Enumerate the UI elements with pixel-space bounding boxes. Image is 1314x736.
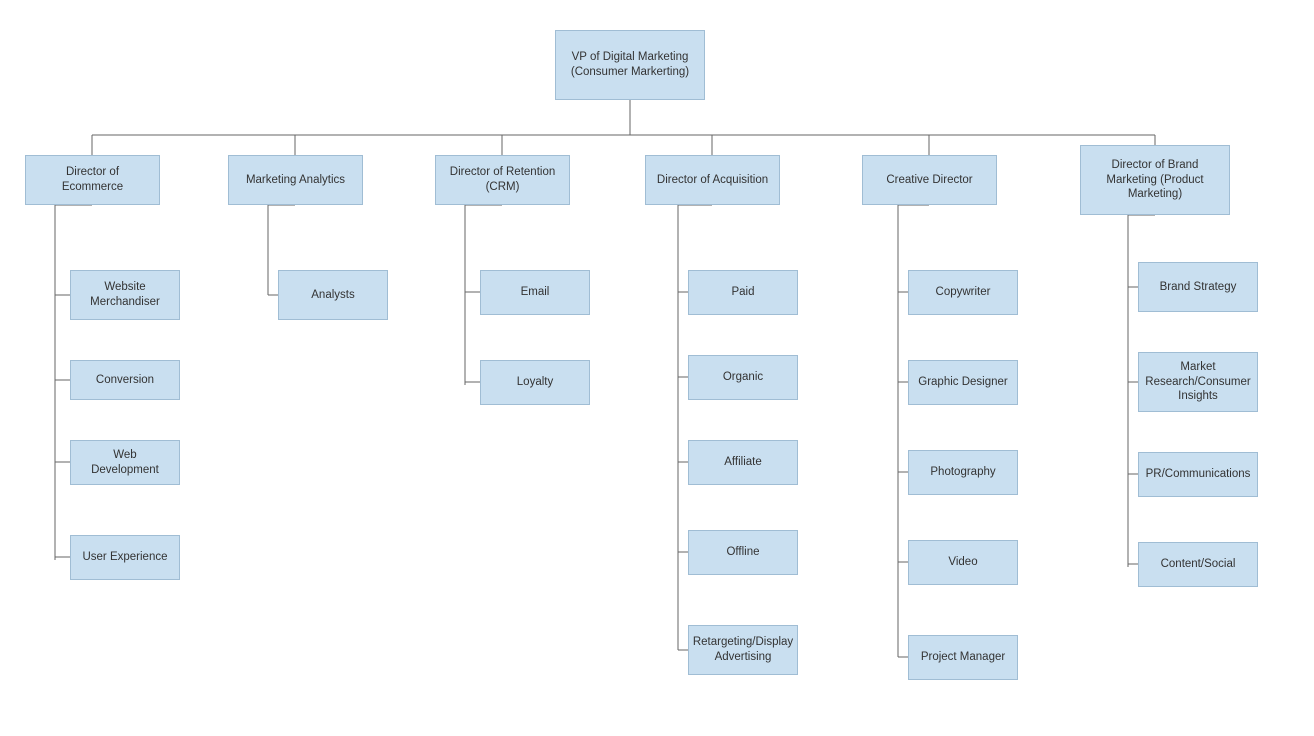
node-offline: Offline <box>688 530 798 575</box>
node-dir-brand: Director of Brand Marketing (Product Mar… <box>1080 145 1230 215</box>
node-marketing-analytics: Marketing Analytics <box>228 155 363 205</box>
node-content-social: Content/Social <box>1138 542 1258 587</box>
node-retargeting: Retargeting/Display Advertising <box>688 625 798 675</box>
node-affiliate: Affiliate <box>688 440 798 485</box>
node-brand-strategy: Brand Strategy <box>1138 262 1258 312</box>
node-organic: Organic <box>688 355 798 400</box>
node-paid: Paid <box>688 270 798 315</box>
node-pr-comms: PR/Communications <box>1138 452 1258 497</box>
node-dir-retention: Director of Retention (CRM) <box>435 155 570 205</box>
node-conversion: Conversion <box>70 360 180 400</box>
node-user-exp: User Experience <box>70 535 180 580</box>
node-web-dev: Web Development <box>70 440 180 485</box>
node-root: VP of Digital Marketing (Consumer Marker… <box>555 30 705 100</box>
node-market-research: Market Research/Consumer Insights <box>1138 352 1258 412</box>
node-dir-ecommerce: Director of Ecommerce <box>25 155 160 205</box>
node-dir-acquisition: Director of Acquisition <box>645 155 780 205</box>
node-analysts: Analysts <box>278 270 388 320</box>
node-creative-director: Creative Director <box>862 155 997 205</box>
org-chart: VP of Digital Marketing (Consumer Marker… <box>0 0 1314 736</box>
node-video: Video <box>908 540 1018 585</box>
node-graphic-designer: Graphic Designer <box>908 360 1018 405</box>
node-loyalty: Loyalty <box>480 360 590 405</box>
node-project-manager: Project Manager <box>908 635 1018 680</box>
node-email: Email <box>480 270 590 315</box>
node-copywriter: Copywriter <box>908 270 1018 315</box>
node-website-merch: Website Merchandiser <box>70 270 180 320</box>
connector-lines <box>0 0 1314 736</box>
node-photography: Photography <box>908 450 1018 495</box>
